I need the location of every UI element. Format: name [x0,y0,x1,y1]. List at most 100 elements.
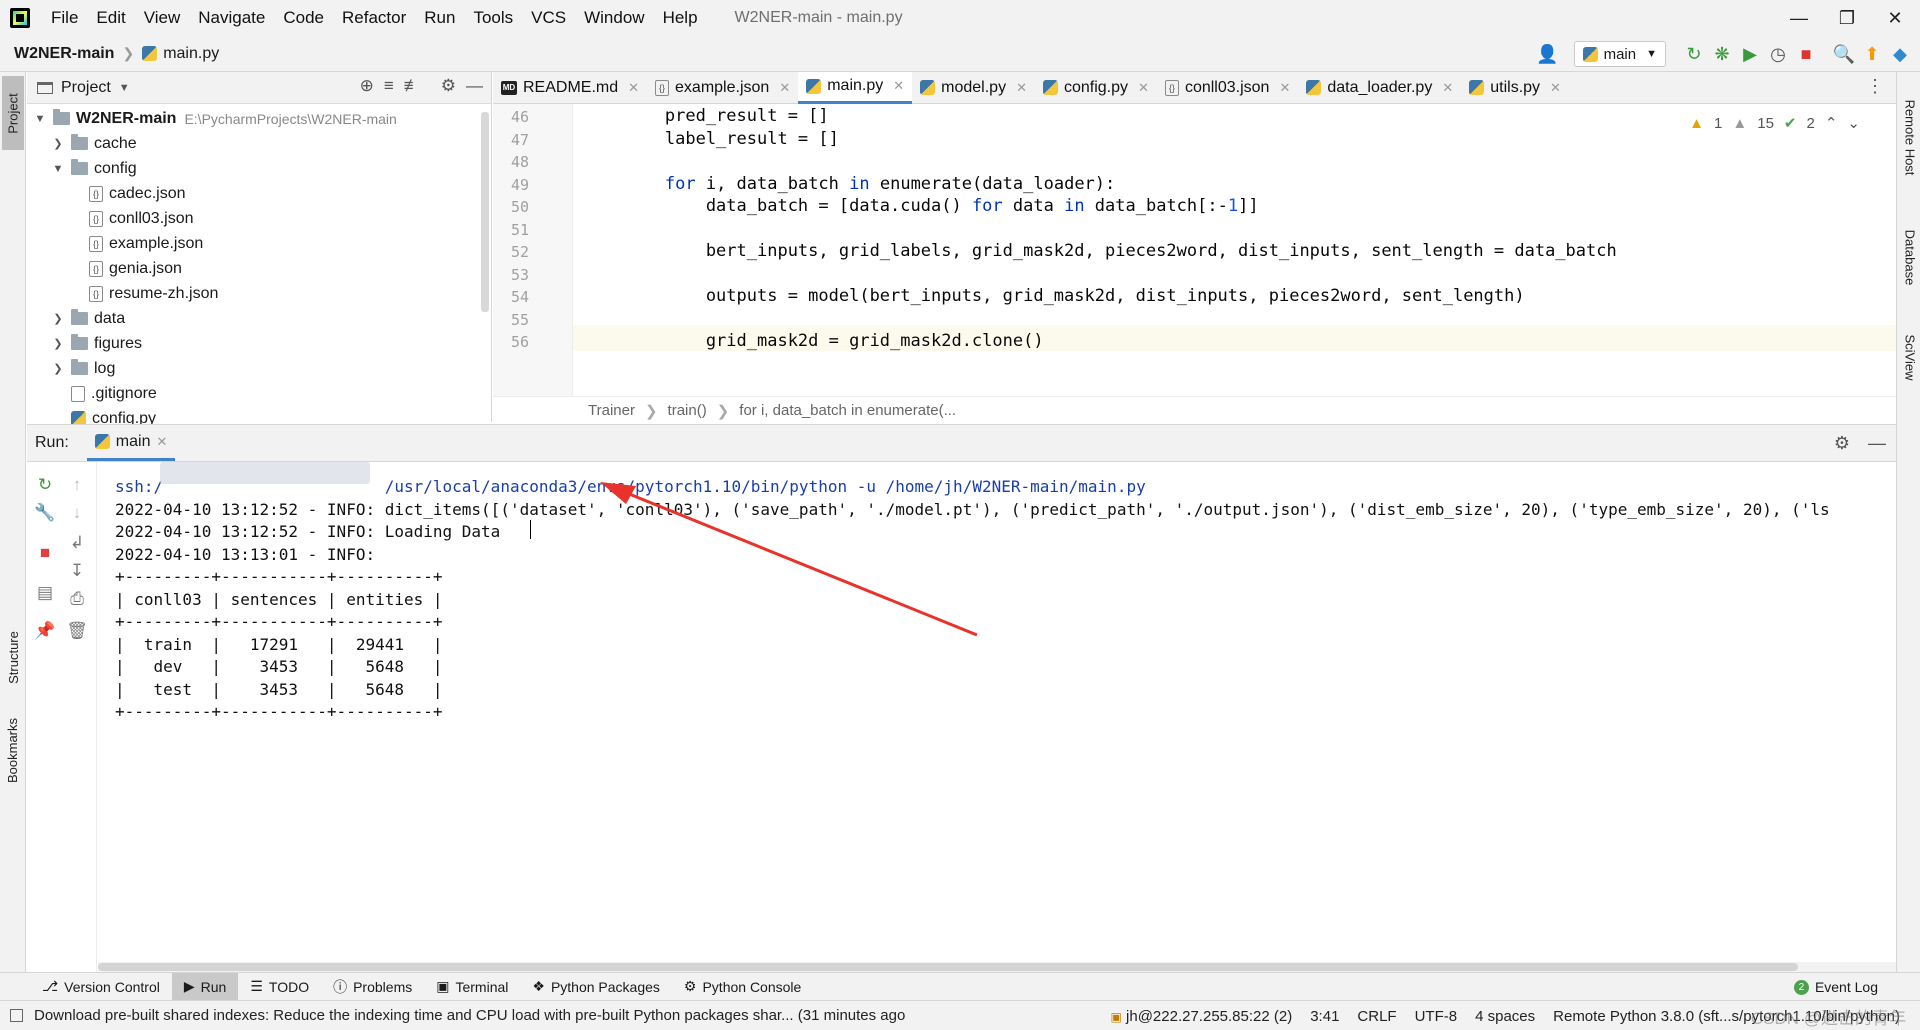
tool-version-control[interactable]: ⎇ Version Control [30,973,172,1001]
breadcrumb-file[interactable]: main.py [163,45,219,63]
menu-view[interactable]: View [135,0,190,36]
line-separator[interactable]: CRLF [1357,1008,1396,1025]
editor-tab[interactable]: data_loader.py ✕ [1298,72,1461,104]
tab-bookmarks[interactable]: Bookmarks [2,707,24,793]
tool-python-packages[interactable]: ❖ Python Packages [520,973,672,1001]
toggle-tool-windows-icon[interactable] [10,1009,23,1022]
menu-navigate[interactable]: Navigate [189,0,274,36]
chevron-down-icon[interactable]: ▼ [119,82,130,94]
breadcrumb-project[interactable]: W2NER-main [14,45,114,63]
scrollbar-thumb[interactable] [98,963,1798,971]
chevron-right-icon[interactable]: ❯ [51,362,65,375]
editor-tab[interactable]: config.py ✕ [1035,72,1157,104]
close-tab-icon[interactable]: ✕ [1138,80,1149,96]
tree-item[interactable]: {} example.json [27,231,491,256]
tool-python-console[interactable]: ⚙ Python Console [672,973,813,1001]
minimize-icon[interactable]: — [1776,0,1822,36]
soft-wrap-icon[interactable]: ↲ [66,532,88,554]
wrench-icon[interactable]: 🔧 [34,502,56,524]
chevron-right-icon[interactable]: ❯ [51,312,65,325]
menu-vcs[interactable]: VCS [522,0,575,36]
tree-item[interactable]: {} resume-zh.json [27,281,491,306]
tab-sciview[interactable]: SciView [1899,317,1920,397]
prev-highlight-icon[interactable]: ⌃ [1825,114,1838,132]
down-arrow-icon[interactable]: ↓ [66,502,88,524]
next-highlight-icon[interactable]: ⌄ [1847,114,1860,132]
print-icon[interactable]: ⎙ [66,588,88,610]
debug-icon[interactable]: ❋ [1708,40,1736,68]
console-horizontal-scrollbar[interactable] [98,962,1896,972]
code-editor[interactable]: 46 47 48 49 50 51 52 53 54 55 56 pred_result = [] … [493,104,1896,396]
tab-database[interactable]: Database [1899,212,1920,302]
status-message[interactable]: Download pre-built shared indexes: Reduc… [34,1007,905,1024]
close-tab-icon[interactable]: ✕ [1442,80,1453,96]
tree-item[interactable]: {} conll03.json [27,206,491,231]
restore-icon[interactable]: ❐ [1824,0,1870,36]
menu-run[interactable]: Run [415,0,464,36]
close-tab-icon[interactable]: ✕ [1016,80,1027,96]
hide-icon[interactable]: — [466,76,483,96]
tab-remote-host[interactable]: Remote Host [1899,82,1920,192]
remote-host-widget[interactable]: ▣ jh@222.27.255.85:22 (2) [1111,1008,1293,1025]
chevron-down-icon[interactable]: ▼ [51,163,65,175]
tree-item[interactable]: ▼ config [27,156,491,181]
gear-icon[interactable]: ⚙ [441,76,456,96]
stop-icon[interactable]: ■ [34,542,56,564]
editor-tab[interactable]: {} example.json ✕ [647,72,798,104]
editor-tab[interactable]: main.py ✕ [798,71,913,104]
menu-window[interactable]: Window [575,0,653,36]
profile-icon[interactable]: ◷ [1764,40,1792,68]
tree-item[interactable]: {} cadec.json [27,181,491,206]
close-tab-icon[interactable]: ✕ [1279,80,1290,96]
more-vertical-icon[interactable]: ⋮ [1866,76,1884,97]
chevron-right-icon[interactable]: ❯ [51,137,65,150]
tree-scrollbar[interactable] [481,112,489,312]
hide-icon[interactable]: — [1868,433,1886,454]
event-log-button[interactable]: 2 Event Log [1782,973,1890,1001]
menu-refactor[interactable]: Refactor [333,0,415,36]
indent-setting[interactable]: 4 spaces [1475,1008,1535,1025]
editor-tab[interactable]: model.py ✕ [912,72,1035,104]
close-tab-icon[interactable]: ✕ [156,434,167,450]
menu-help[interactable]: Help [654,0,707,36]
editor-tab[interactable]: MD README.md ✕ [493,72,647,104]
tab-structure[interactable]: Structure [2,617,24,697]
rerun-icon[interactable]: ↻ [1680,40,1708,68]
expand-all-icon[interactable]: ≡ [384,76,394,96]
gear-icon[interactable]: ⚙ [1834,433,1850,454]
inspection-widget[interactable]: ▲ 1 ▲ 15 ✔ 2 ⌃ ⌄ [1689,114,1860,133]
tab-project[interactable]: Project [2,76,24,150]
tool-todo[interactable]: ☰ TODO [238,973,321,1001]
close-icon[interactable]: ✕ [1872,0,1918,36]
tool-terminal[interactable]: ▣ Terminal [424,973,520,1001]
project-panel-title[interactable]: Project [61,79,111,97]
tree-item[interactable]: {} genia.json [27,256,491,281]
tool-problems[interactable]: ⓘ Problems [321,973,424,1001]
coverage-icon[interactable]: ▶ [1736,40,1764,68]
tree-item[interactable]: .gitignore [27,381,491,406]
pin-icon[interactable]: 📌 [34,620,56,642]
code-breadcrumb-item[interactable]: for i, data_batch in enumerate(... [739,402,956,419]
file-encoding[interactable]: UTF-8 [1415,1008,1458,1025]
stop-icon[interactable]: ■ [1792,40,1820,68]
close-tab-icon[interactable]: ✕ [628,80,639,96]
editor-tab[interactable]: {} conll03.json ✕ [1157,72,1298,104]
editor-tab[interactable]: utils.py ✕ [1461,72,1569,104]
rerun-icon[interactable]: ↻ [34,474,56,496]
trash-icon[interactable]: 🗑 [66,620,88,642]
menu-edit[interactable]: Edit [87,0,134,36]
console-output[interactable]: ssh:/ /usr/local/anaconda3/envs/pytorch1… [98,462,1896,962]
close-tab-icon[interactable]: ✕ [779,80,790,96]
menu-file[interactable]: File [42,0,87,36]
close-tab-icon[interactable]: ✕ [893,78,904,94]
close-tab-icon[interactable]: ✕ [1550,80,1561,96]
tree-item[interactable]: ❯ figures [27,331,491,356]
tree-root[interactable]: ▼ W2NER-main E:\PycharmProjects\W2NER-ma… [27,106,491,131]
code-breadcrumb-item[interactable]: train() [668,402,707,419]
run-config-selector[interactable]: main ▼ [1573,41,1666,67]
up-arrow-icon[interactable]: ↑ [66,474,88,496]
collapse-all-icon[interactable]: ≢ [404,76,421,96]
search-icon[interactable]: 🔍 [1830,40,1858,68]
chevron-right-icon[interactable]: ❯ [51,337,65,350]
caret-position[interactable]: 3:41 [1310,1008,1339,1025]
